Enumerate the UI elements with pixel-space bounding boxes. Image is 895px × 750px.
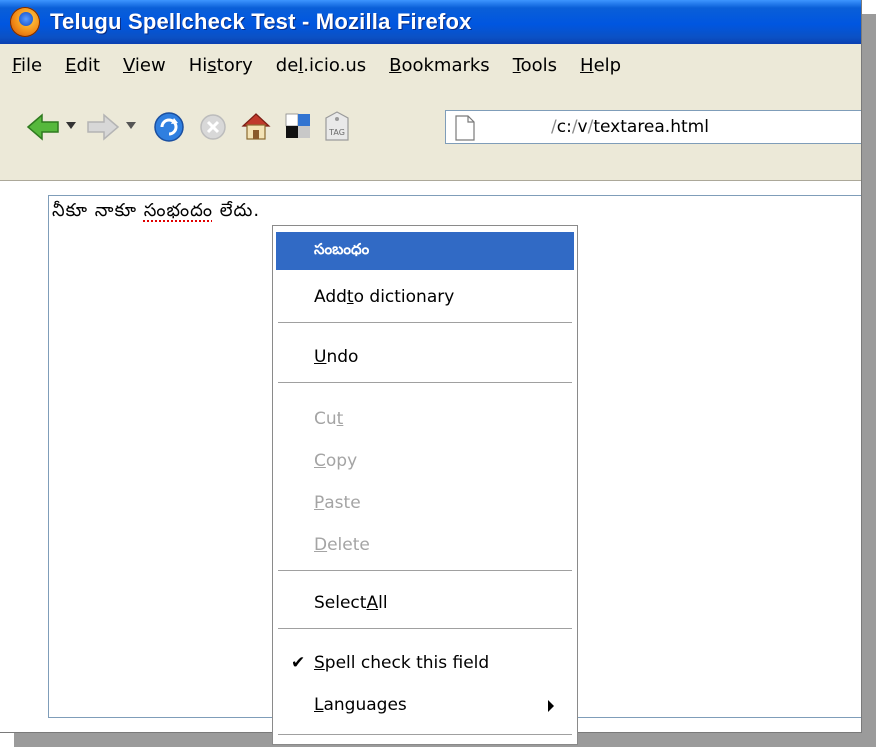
delicious-icon[interactable]	[284, 112, 312, 140]
paste-item: Paste	[314, 493, 361, 513]
url-text: /c:/v/textarea.html	[551, 117, 709, 137]
context-menu: సంబంధం Add to dictionary Undo Cu t Copy P…	[272, 225, 578, 745]
window-title: Telugu Spellcheck Test - Mozilla Firefox	[50, 9, 472, 34]
menu-separator	[278, 734, 572, 736]
stop-icon[interactable]	[198, 112, 228, 142]
url-bar[interactable]: /c:/v/textarea.html	[445, 110, 861, 144]
page-icon	[455, 115, 475, 141]
menu-history[interactable]: History	[182, 55, 260, 76]
undo-item[interactable]: Undo	[276, 338, 574, 376]
select-all-item[interactable]: Select All	[276, 584, 574, 622]
submenu-arrow-icon	[548, 700, 554, 712]
checkmark-icon: ✔	[291, 653, 306, 673]
menu-separator	[278, 628, 572, 630]
menu-edit[interactable]: Edit	[58, 55, 107, 76]
menu-separator	[278, 382, 572, 384]
menu-bookmarks[interactable]: Bookmarks	[382, 55, 497, 76]
back-dropdown-icon[interactable]	[66, 122, 76, 130]
navigation-toolbar: TAG /c:/v/textarea.html	[0, 86, 861, 181]
tag-icon[interactable]: TAG	[322, 110, 352, 142]
menu-view[interactable]: View	[116, 55, 173, 76]
copy-item: Copy	[314, 451, 358, 471]
reload-icon[interactable]	[152, 110, 186, 144]
firefox-logo-icon	[10, 7, 40, 37]
home-icon[interactable]	[240, 110, 272, 142]
forward-dropdown-icon[interactable]	[126, 122, 136, 130]
svg-text:TAG: TAG	[328, 128, 345, 137]
back-arrow-icon[interactable]	[26, 112, 60, 142]
menu-file[interactable]: File	[5, 55, 49, 76]
spell-check-field-item[interactable]: ✔ Spell check this field	[276, 644, 574, 682]
languages-item[interactable]: Languages	[276, 686, 574, 724]
menu-delicious[interactable]: del.icio.us	[269, 55, 373, 76]
delete-item: Delete	[314, 535, 370, 555]
menu-separator	[278, 570, 572, 572]
menu-help[interactable]: Help	[573, 55, 628, 76]
menu-separator	[278, 322, 572, 324]
cut-item: Cu t	[314, 409, 344, 429]
forward-arrow-icon[interactable]	[86, 112, 120, 142]
title-bar[interactable]: Telugu Spellcheck Test - Mozilla Firefox	[0, 0, 861, 44]
textarea-content: నీకూ నాకూ సంభందం లేదు.	[52, 200, 261, 221]
spelling-suggestion[interactable]: సంబంధం	[276, 232, 574, 270]
add-to-dictionary-item[interactable]: Add to dictionary	[276, 278, 574, 316]
misspelled-word[interactable]: సంభందం	[144, 200, 213, 221]
menu-bar: File Edit View History del.icio.us Bookm…	[0, 44, 861, 86]
menu-tools[interactable]: Tools	[506, 55, 564, 76]
